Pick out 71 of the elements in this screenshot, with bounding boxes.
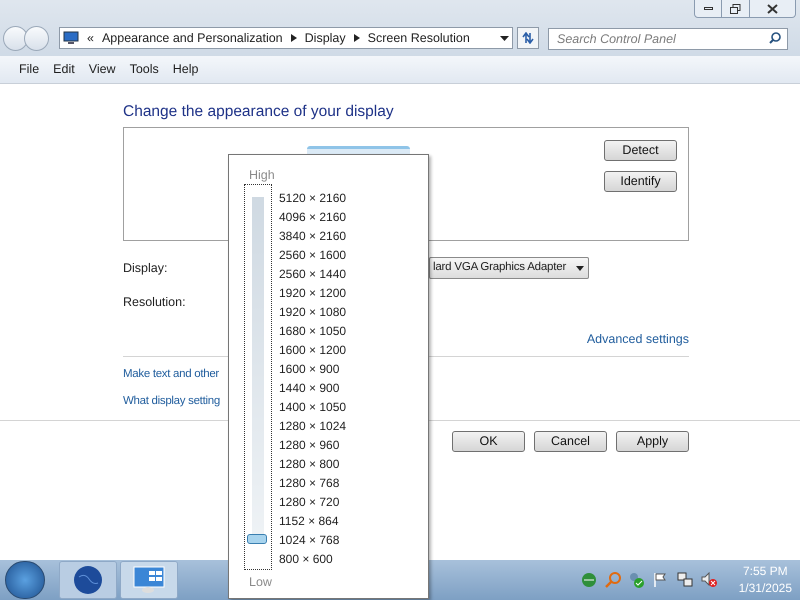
breadcrumb-item[interactable]: Screen Resolution [368, 28, 470, 48]
search-icon [769, 32, 781, 44]
close-icon [767, 4, 778, 14]
close-button[interactable] [750, 0, 796, 18]
resolution-option[interactable]: 2560 × 1440 [279, 265, 346, 284]
resolution-option[interactable]: 1920 × 1080 [279, 303, 346, 322]
low-label: Low [248, 574, 273, 591]
menu-item[interactable]: Tools [130, 60, 159, 79]
resolution-option[interactable]: 1280 × 720 [279, 493, 346, 512]
caret-icon [576, 266, 584, 270]
address-prefix: « [87, 30, 94, 47]
resolution-option[interactable]: 1024 × 768 [279, 531, 346, 550]
clock-date: 1/31/2025 [738, 580, 792, 597]
search-field[interactable]: Search Control Panel [548, 28, 788, 50]
menu-item[interactable]: File [19, 60, 40, 79]
resolution-option[interactable]: 1600 × 1200 [279, 341, 346, 360]
push-button[interactable]: Identify [604, 171, 677, 192]
speaker-muted-icon[interactable] [700, 572, 717, 588]
resolution-option[interactable]: 1152 × 864 [279, 512, 346, 531]
resolution-option[interactable]: 1440 × 900 [279, 379, 346, 398]
refresh-icon [521, 32, 535, 44]
resolution-option[interactable]: 1280 × 768 [279, 474, 346, 493]
resolution-option[interactable]: 4096 × 2160 [279, 208, 346, 227]
globe-icon [73, 565, 103, 595]
resolution-option[interactable]: 1680 × 1050 [279, 322, 346, 341]
advanced-settings-link[interactable]: Advanced settings [586, 330, 689, 349]
slider-thumb[interactable] [247, 534, 267, 544]
address-bar[interactable]: « Appearance and Personalization Display Screen Resolution [59, 27, 513, 49]
chevron-icon [354, 34, 360, 42]
minimize-icon [704, 7, 712, 10]
push-button[interactable]: Cancel [534, 431, 607, 452]
restore-icon [730, 4, 741, 14]
control-panel-icon [133, 566, 165, 594]
resolution-option[interactable]: 1600 × 900 [279, 360, 346, 379]
taskbar-button[interactable] [120, 561, 178, 599]
resolution-option[interactable]: 800 × 600 [279, 550, 346, 569]
clock-time: 7:55 PM [742, 563, 788, 580]
resolution-option[interactable]: 1280 × 800 [279, 455, 346, 474]
network-icon[interactable] [676, 572, 693, 588]
taskbar-button[interactable] [59, 561, 117, 599]
menu-item[interactable]: View [88, 60, 116, 79]
chevron-icon [290, 34, 297, 42]
resolution-option[interactable]: 5120 × 2160 [279, 189, 346, 208]
flag-icon[interactable] [652, 572, 669, 588]
resolution-option[interactable]: 1400 × 1050 [279, 398, 346, 417]
minimize-button[interactable] [694, 0, 722, 18]
dropdown-caret-icon[interactable] [500, 36, 509, 40]
push-button[interactable]: Detect [604, 140, 677, 161]
menu-item[interactable]: Help [172, 60, 198, 79]
refresh-button[interactable] [517, 27, 539, 49]
help-link[interactable]: Make text and other [123, 366, 219, 383]
menu-item[interactable]: Edit [53, 60, 75, 79]
resolution-option[interactable]: 1280 × 960 [279, 436, 346, 455]
resolution-option[interactable]: 1920 × 1200 [279, 284, 346, 303]
resolution-label: Resolution: [123, 294, 186, 309]
push-button[interactable]: Apply [616, 431, 689, 452]
monitor-icon [63, 31, 79, 45]
page-heading: Change the appearance of your display [123, 102, 395, 122]
high-label: High [248, 167, 276, 182]
help-link[interactable]: What display setting [123, 393, 220, 410]
resolution-option[interactable]: 3840 × 2160 [279, 227, 346, 246]
restore-button[interactable] [722, 0, 750, 18]
push-button[interactable]: OK [452, 431, 525, 452]
display-dropdown[interactable]: lard VGA Graphics Adapter [429, 257, 589, 279]
start-button[interactable] [5, 561, 45, 599]
breadcrumb-item[interactable]: Display [304, 28, 346, 48]
slider-track[interactable] [244, 184, 272, 570]
resolution-option[interactable]: 1280 × 1024 [279, 417, 346, 436]
breadcrumb-item[interactable]: Appearance and Personalization [102, 28, 283, 48]
display-label: Display: [123, 260, 168, 277]
resolution-option[interactable]: 2560 × 1600 [279, 246, 346, 265]
